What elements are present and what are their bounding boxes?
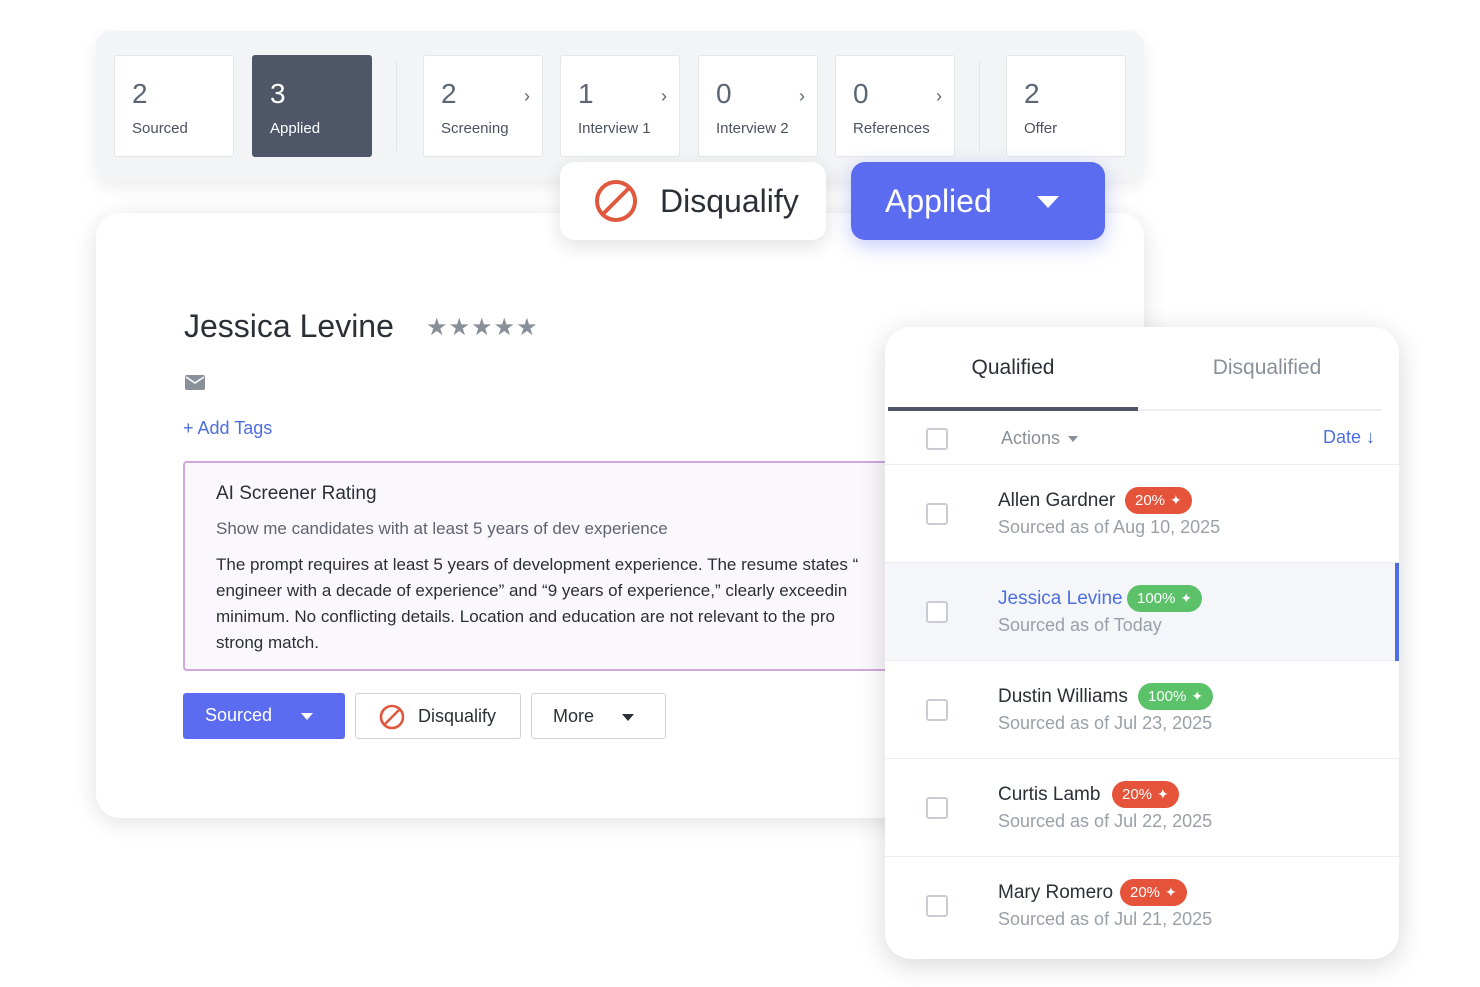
score-value: 100% bbox=[1148, 688, 1187, 705]
disqualify-floating-button[interactable]: Disqualify bbox=[560, 162, 826, 240]
stage-divider bbox=[979, 61, 980, 151]
stage-interview-2[interactable]: 0 Interview 2 › bbox=[698, 55, 818, 157]
score-badge: 20% ✦ bbox=[1112, 781, 1179, 808]
score-badge: 100% ✦ bbox=[1127, 585, 1203, 612]
select-all-checkbox[interactable] bbox=[926, 428, 948, 450]
candidate-row[interactable]: Allen Gardner 20% ✦ Sourced as of Aug 10,… bbox=[885, 465, 1399, 563]
stage-screening[interactable]: 2 Screening › bbox=[423, 55, 543, 157]
applied-stage-label: Applied bbox=[885, 182, 992, 219]
candidate-row[interactable]: Curtis Lamb 20% ✦ Sourced as of Jul 22, 2… bbox=[885, 759, 1399, 857]
chevron-right-icon: › bbox=[799, 86, 805, 106]
more-button[interactable]: More bbox=[531, 693, 666, 739]
score-badge: 20% ✦ bbox=[1125, 487, 1192, 514]
sparkle-icon: ✦ bbox=[1191, 688, 1204, 704]
row-sourced-date: Sourced as of Jul 21, 2025 bbox=[998, 909, 1213, 929]
mail-icon[interactable] bbox=[185, 375, 205, 390]
stage-dropdown-button[interactable]: Sourced bbox=[183, 693, 345, 739]
ai-screener-box: AI Screener Rating Show me candidates wi… bbox=[183, 461, 923, 671]
chevron-right-icon: › bbox=[661, 86, 667, 106]
stage-references[interactable]: 0 References › bbox=[835, 55, 955, 157]
add-tags-link[interactable]: + Add Tags bbox=[183, 418, 272, 439]
caret-down-icon bbox=[1037, 196, 1059, 208]
sparkle-icon: ✦ bbox=[1180, 590, 1193, 606]
actions-label: Actions bbox=[1001, 428, 1061, 448]
stage-count: 0 bbox=[853, 78, 869, 109]
tab-divider bbox=[1138, 409, 1382, 411]
stage-count: 2 bbox=[1024, 78, 1040, 109]
stage-count: 1 bbox=[578, 78, 594, 109]
stage-label: Offer bbox=[1024, 120, 1058, 137]
candidate-list-panel: Qualified Disqualified Actions Date ↓ Al… bbox=[885, 327, 1399, 959]
stage-label: Applied bbox=[270, 120, 321, 137]
row-sourced-date: Sourced as of Today bbox=[998, 615, 1162, 635]
ai-screener-title: AI Screener Rating bbox=[216, 483, 377, 504]
stage-label: Sourced bbox=[132, 120, 188, 137]
row-sourced-date: Sourced as of Jul 22, 2025 bbox=[998, 811, 1213, 831]
stage-dropdown-label: Sourced bbox=[205, 705, 273, 725]
score-value: 100% bbox=[1137, 590, 1176, 607]
row-checkbox[interactable] bbox=[926, 797, 948, 819]
disqualify-icon bbox=[379, 704, 405, 730]
stage-interview-1[interactable]: 1 Interview 1 › bbox=[560, 55, 680, 157]
stage-offer[interactable]: 2 Offer bbox=[1006, 55, 1126, 157]
stage-count: 2 bbox=[132, 78, 148, 109]
row-candidate-name: Curtis Lamb bbox=[998, 784, 1101, 805]
row-sourced-date: Sourced as of Jul 23, 2025 bbox=[998, 713, 1213, 733]
candidate-row[interactable]: Mary Romero 20% ✦ Sourced as of Jul 21, 2… bbox=[885, 857, 1399, 955]
stage-divider bbox=[396, 61, 397, 151]
disqualify-label: Disqualify bbox=[418, 706, 497, 726]
disqualify-icon bbox=[595, 180, 637, 222]
star-rating[interactable]: ★★★★★ bbox=[426, 313, 539, 342]
row-candidate-name: Allen Gardner bbox=[998, 490, 1116, 511]
row-checkbox[interactable] bbox=[926, 895, 948, 917]
tab-qualified[interactable]: Qualified bbox=[888, 327, 1138, 411]
row-checkbox[interactable] bbox=[926, 699, 948, 721]
candidate-row[interactable]: Jessica Levine 100% ✦ Sourced as of Today bbox=[885, 563, 1399, 661]
chevron-right-icon: › bbox=[936, 86, 942, 106]
sparkle-icon: ✦ bbox=[1170, 492, 1182, 508]
stage-count: 3 bbox=[270, 78, 286, 109]
row-candidate-name: Mary Romero bbox=[998, 882, 1114, 903]
sparkle-icon: ✦ bbox=[1165, 884, 1177, 900]
stage-label: Interview 1 bbox=[578, 120, 651, 137]
row-checkbox[interactable] bbox=[926, 601, 948, 623]
pipeline-bar: 2 Sourced 3 Applied 2 Screening › 1 Inte… bbox=[96, 31, 1144, 180]
row-checkbox[interactable] bbox=[926, 503, 948, 525]
stage-label: Screening bbox=[441, 120, 509, 137]
date-sort-button[interactable]: Date ↓ bbox=[1323, 427, 1375, 448]
row-candidate-name: Jessica Levine bbox=[998, 588, 1123, 609]
caret-down-icon bbox=[1068, 436, 1079, 443]
stage-applied[interactable]: 3 Applied bbox=[252, 55, 372, 157]
score-badge: 100% ✦ bbox=[1138, 683, 1214, 710]
row-candidate-name: Dustin Williams bbox=[998, 686, 1128, 707]
disqualify-floating-label: Disqualify bbox=[660, 182, 799, 219]
score-value: 20% bbox=[1135, 492, 1166, 509]
candidate-row[interactable]: Dustin Williams 100% ✦ Sourced as of Jul … bbox=[885, 661, 1399, 759]
stage-label: Interview 2 bbox=[716, 120, 789, 137]
actions-dropdown[interactable]: Actions bbox=[1001, 428, 1079, 449]
caret-down-icon bbox=[622, 714, 634, 721]
stage-count: 2 bbox=[441, 78, 457, 109]
stage-count: 0 bbox=[716, 78, 732, 109]
tab-disqualified[interactable]: Disqualified bbox=[1138, 327, 1396, 411]
candidate-name: Jessica Levine bbox=[184, 308, 394, 344]
caret-down-icon bbox=[301, 713, 313, 720]
ai-screener-explanation: The prompt requires at least 5 years of … bbox=[216, 555, 859, 652]
stage-sourced[interactable]: 2 Sourced bbox=[114, 55, 234, 157]
list-header: Actions Date ↓ bbox=[885, 415, 1399, 465]
applied-stage-dropdown[interactable]: Applied bbox=[851, 162, 1105, 240]
score-value: 20% bbox=[1122, 786, 1153, 803]
score-value: 20% bbox=[1130, 884, 1161, 901]
sparkle-icon: ✦ bbox=[1157, 786, 1169, 802]
more-label: More bbox=[553, 706, 595, 726]
chevron-right-icon: › bbox=[524, 86, 530, 106]
active-tab-indicator bbox=[888, 407, 1138, 411]
stage-label: References bbox=[853, 120, 930, 137]
disqualify-button[interactable]: Disqualify bbox=[355, 693, 521, 739]
row-sourced-date: Sourced as of Aug 10, 2025 bbox=[998, 517, 1221, 537]
ai-screener-prompt: Show me candidates with at least 5 years… bbox=[216, 519, 668, 538]
score-badge: 20% ✦ bbox=[1120, 879, 1187, 906]
